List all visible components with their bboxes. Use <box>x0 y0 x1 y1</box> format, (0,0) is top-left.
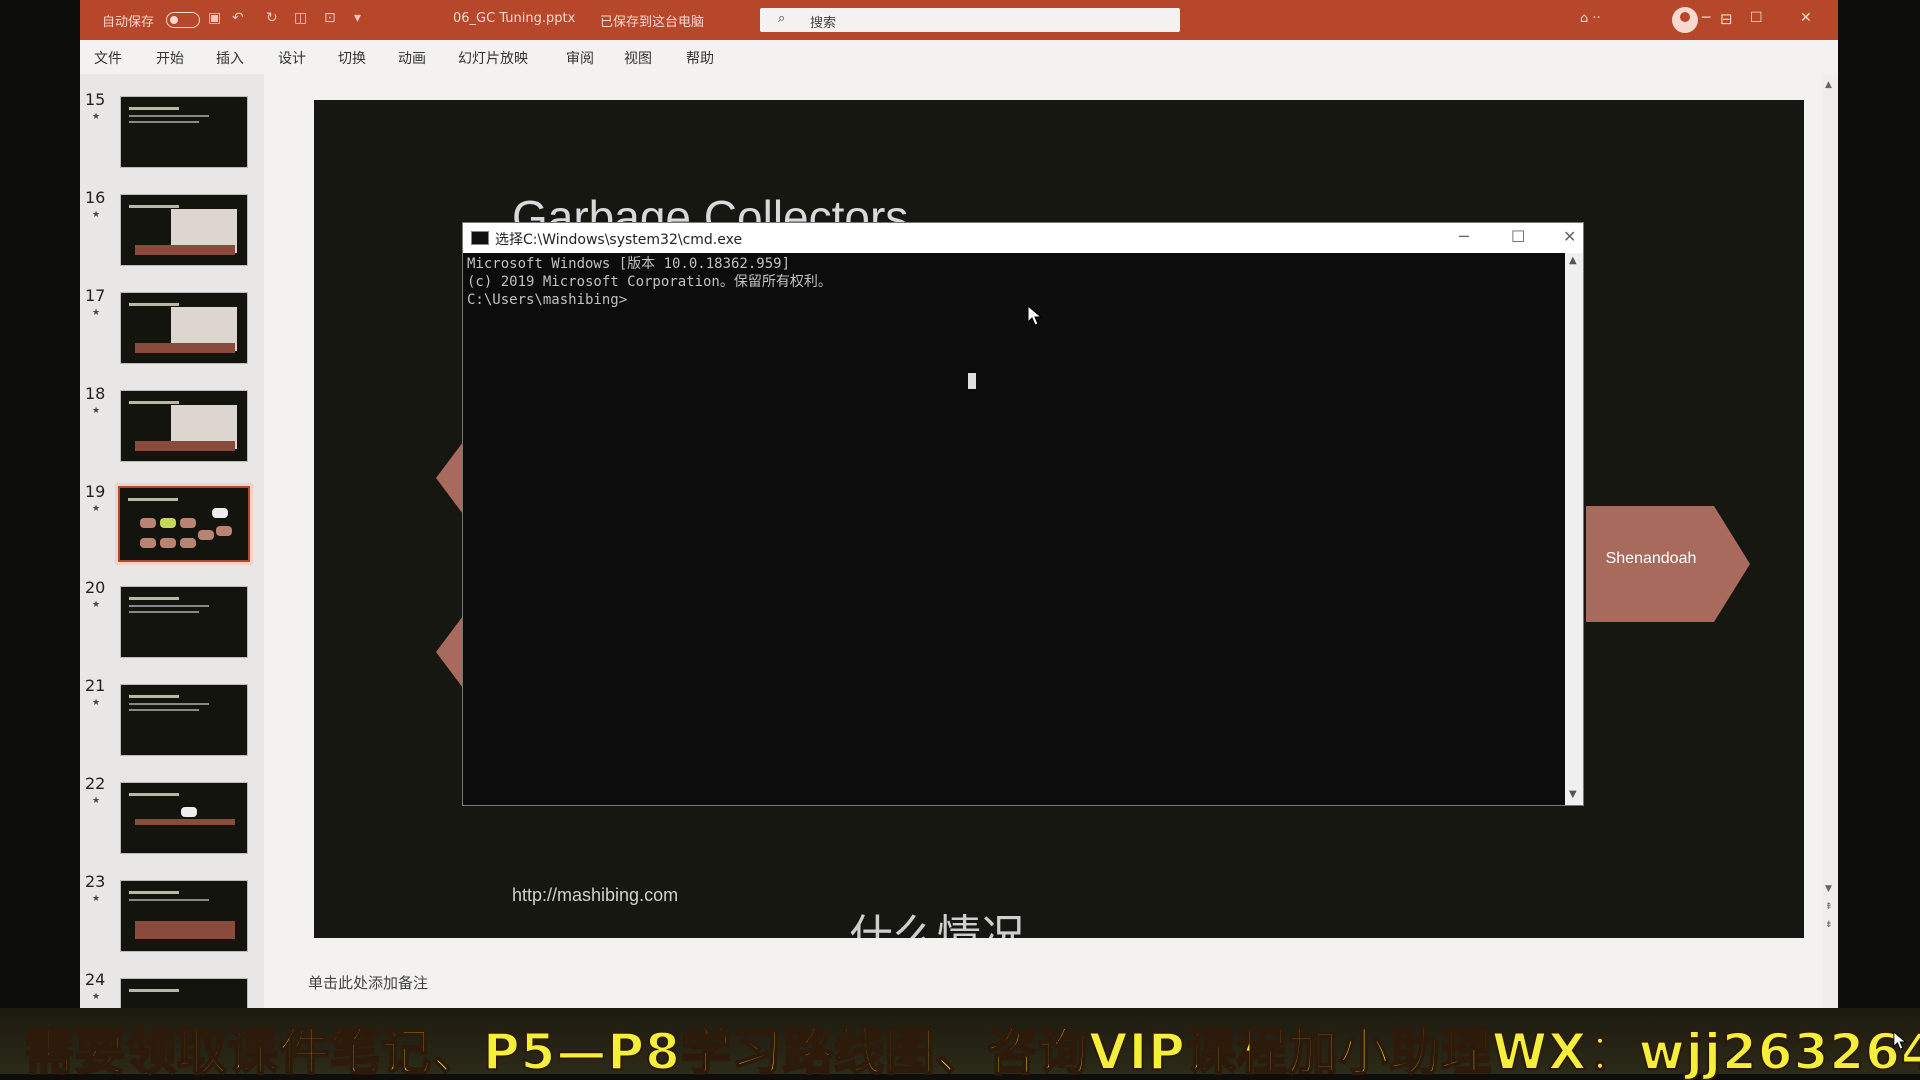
cmd-scrollbar[interactable]: ▲ ▼ <box>1565 253 1583 805</box>
promo-caption: 需要领取课件笔记、P5—P8学习路线图、咨询VIP课程加小助理WX：wjj263… <box>23 1022 1920 1080</box>
customize-toolbar-icon[interactable]: ▾ <box>354 10 361 26</box>
thumb-number: 23 <box>85 872 106 891</box>
slide-bottom-text[interactable]: 什么情况 <box>849 900 1025 938</box>
slide-url[interactable]: http://mashibing.com <box>512 885 678 906</box>
tab-help[interactable]: 帮助 <box>686 48 714 68</box>
search-box[interactable]: ⌕ 搜索 <box>760 8 1180 32</box>
cmd-app-icon <box>471 231 489 245</box>
ribbon-tabs: 文件 开始 插入 设计 切换 动画 幻灯片放映 审阅 视图 帮助 <box>80 40 1838 74</box>
notes-placeholder[interactable]: 单击此处添加备注 <box>308 972 428 993</box>
account-name-icon[interactable]: ⌂ ·· <box>1580 11 1601 26</box>
cmd-title: 选择C:\Windows\system32\cmd.exe <box>495 232 743 248</box>
animation-star-icon: ★ <box>92 112 101 122</box>
thumbnail-splitter[interactable] <box>264 74 278 1040</box>
scroll-up-icon[interactable]: ▲ <box>1825 80 1832 90</box>
slide-thumbnail-20[interactable] <box>120 586 248 658</box>
thumb-number: 22 <box>85 774 106 793</box>
cmd-scroll-down-icon[interactable]: ▼ <box>1569 789 1577 800</box>
tab-insert[interactable]: 插入 <box>216 48 244 68</box>
animation-star-icon: ★ <box>92 308 101 318</box>
present-icon[interactable]: ◫ <box>294 10 307 26</box>
tab-file[interactable]: 文件 <box>94 48 122 68</box>
animation-star-icon: ★ <box>92 992 101 1002</box>
console-prompt: C:\Users\mashibing> <box>467 292 628 308</box>
tab-review[interactable]: 审阅 <box>566 48 594 68</box>
minimize-icon[interactable]: ─ <box>1702 10 1710 26</box>
cmd-maximize-icon[interactable]: ☐ <box>1511 227 1525 246</box>
undo-icon[interactable]: ↶ <box>232 10 244 26</box>
screen: 自动保存 ▣ ↶ ↻ ◫ ⊡ ▾ 06_GC Tuning.pptx 已保存到这… <box>0 0 1920 1080</box>
desktop-border-right <box>1838 0 1920 1080</box>
search-placeholder: 搜索 <box>810 16 837 31</box>
window-controls: ─ ☐ ✕ <box>1688 0 1838 40</box>
cmd-minimize-icon[interactable]: ─ <box>1459 227 1469 246</box>
slide-thumbnail-16[interactable] <box>120 194 248 266</box>
cmd-console[interactable]: Microsoft Windows [版本 10.0.18362.959] (c… <box>463 253 1565 805</box>
console-line: Microsoft Windows [版本 10.0.18362.959] <box>467 256 791 272</box>
prev-slide-icon[interactable]: ⇞ <box>1825 902 1833 912</box>
thumb-number: 19 <box>85 482 106 501</box>
close-icon[interactable]: ✕ <box>1800 10 1812 26</box>
text-cursor <box>968 373 976 389</box>
thumb-number: 20 <box>85 578 106 597</box>
next-slide-icon[interactable]: ⇟ <box>1825 920 1833 930</box>
mouse-pointer-icon <box>1027 305 1043 326</box>
cmd-window[interactable]: 选择C:\Windows\system32\cmd.exe ─ ☐ ✕ Micr… <box>462 222 1584 806</box>
shenandoah-label: Shenandoah <box>1605 550 1697 567</box>
slide-thumbnail-22[interactable] <box>120 782 248 854</box>
save-status[interactable]: 已保存到这台电脑 <box>600 11 704 30</box>
slide-scrollbar[interactable]: ▲ ▼ ⇞ ⇟ <box>1822 74 1838 1040</box>
maximize-icon[interactable]: ☐ <box>1750 10 1763 26</box>
thumb-number: 21 <box>85 676 106 695</box>
slide-thumbnail-15[interactable] <box>120 96 248 168</box>
thumb-number: 16 <box>85 188 106 207</box>
cmd-scroll-up-icon[interactable]: ▲ <box>1569 255 1577 266</box>
tab-home[interactable]: 开始 <box>156 48 184 68</box>
search-icon: ⌕ <box>778 11 786 26</box>
tab-transitions[interactable]: 切换 <box>338 48 366 68</box>
animation-star-icon: ★ <box>92 698 101 708</box>
slide-thumbnail-pane: 15 ★ 16 ★ 17 ★ 18 ★ 19 ★ 20 ★ 21 ★ 22 ★ … <box>80 74 264 1040</box>
console-line: (c) 2019 Microsoft Corporation。保留所有权利。 <box>467 274 832 290</box>
title-bar: 自动保存 ▣ ↶ ↻ ◫ ⊡ ▾ 06_GC Tuning.pptx 已保存到这… <box>80 0 1838 40</box>
tab-slideshow[interactable]: 幻灯片放映 <box>458 48 528 68</box>
animation-star-icon: ★ <box>92 210 101 220</box>
cmd-title-bar[interactable]: 选择C:\Windows\system32\cmd.exe ─ ☐ ✕ <box>463 223 1583 253</box>
cmd-close-icon[interactable]: ✕ <box>1563 227 1576 246</box>
animation-star-icon: ★ <box>92 796 101 806</box>
notes-pane[interactable] <box>264 960 1838 1004</box>
tab-design[interactable]: 设计 <box>278 48 306 68</box>
slide-thumbnail-17[interactable] <box>120 292 248 364</box>
autosave-toggle[interactable] <box>166 12 200 28</box>
slide-thumbnail-18[interactable] <box>120 390 248 462</box>
slide-thumbnail-19-selected[interactable] <box>115 483 253 565</box>
thumb-number: 18 <box>85 384 106 403</box>
scroll-down-icon[interactable]: ▼ <box>1825 884 1832 894</box>
desktop-border-left <box>0 0 80 1080</box>
redo-icon[interactable]: ↻ <box>266 10 278 26</box>
document-name: 06_GC Tuning.pptx <box>453 11 576 26</box>
autosave-label: 自动保存 <box>102 15 155 30</box>
thumb-number: 17 <box>85 286 106 305</box>
animation-star-icon: ★ <box>92 504 101 514</box>
mouse-pointer-icon <box>1893 1031 1907 1050</box>
slide-thumbnail-23[interactable] <box>120 880 248 952</box>
thumb-number: 24 <box>85 970 106 989</box>
layout-icon[interactable]: ⊡ <box>324 10 336 26</box>
animation-star-icon: ★ <box>92 600 101 610</box>
animation-star-icon: ★ <box>92 406 101 416</box>
tab-view[interactable]: 视图 <box>624 48 652 68</box>
save-icon[interactable]: ▣ <box>208 10 221 26</box>
tab-animations[interactable]: 动画 <box>398 48 426 68</box>
slide-thumbnail-21[interactable] <box>120 684 248 756</box>
thumb-number: 15 <box>85 90 106 109</box>
animation-star-icon: ★ <box>92 894 101 904</box>
